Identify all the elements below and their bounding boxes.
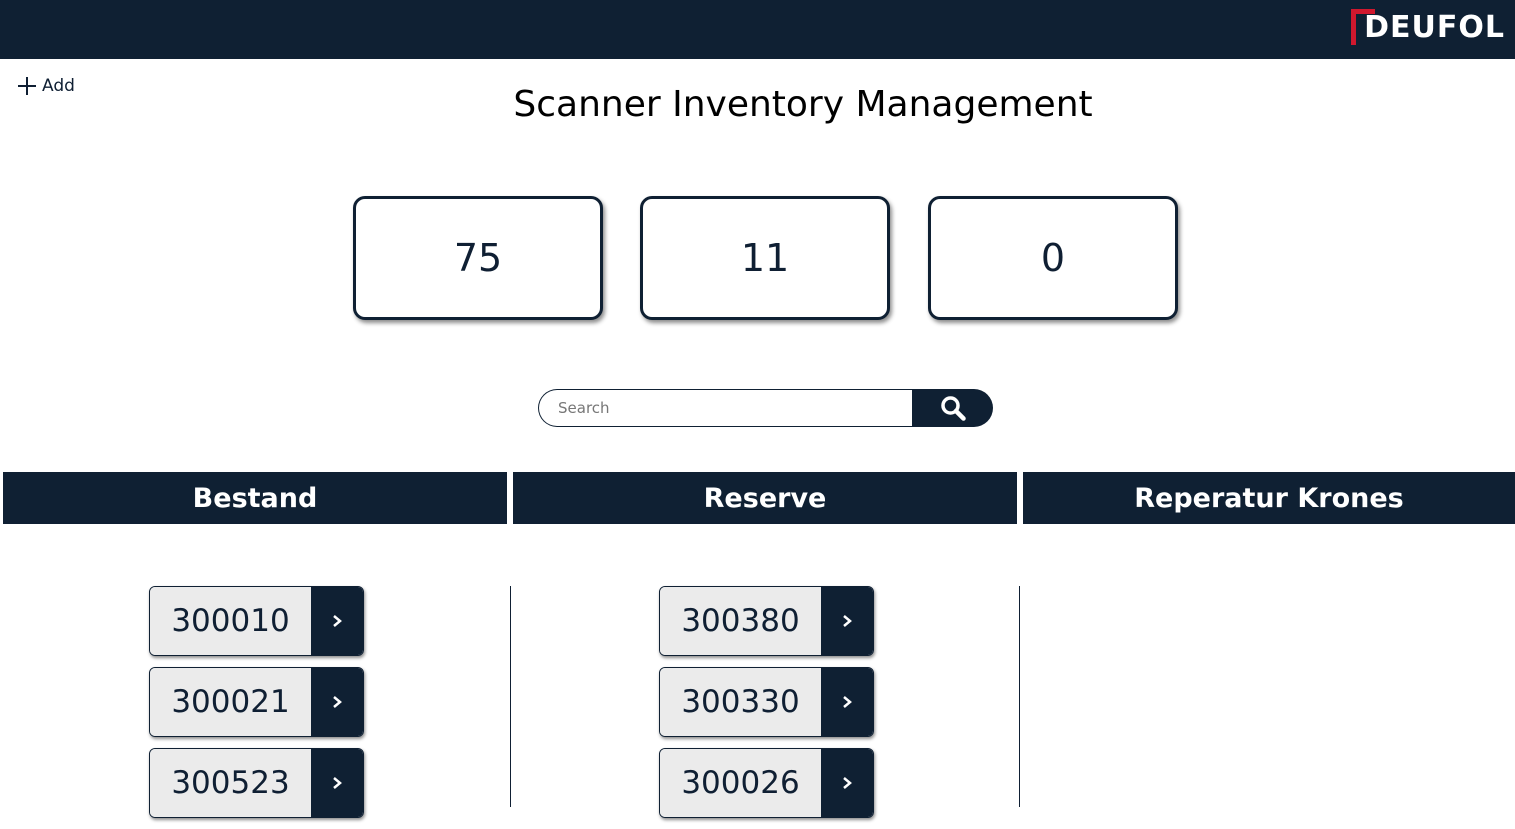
search-input[interactable] bbox=[538, 389, 912, 427]
page-title: Scanner Inventory Management bbox=[513, 84, 1093, 125]
chevron-right-icon bbox=[333, 696, 342, 708]
column-divider bbox=[510, 586, 511, 807]
chevron-right-icon bbox=[843, 615, 852, 627]
deufol-logo: DEUFOL bbox=[1351, 8, 1505, 48]
search-icon bbox=[940, 396, 966, 421]
scanner-item[interactable]: 300010 bbox=[149, 586, 364, 656]
logo-text: DEUFOL bbox=[1364, 10, 1505, 45]
bestand-list: 300010 300021 300523 bbox=[149, 586, 364, 829]
column-header-reserve: Reserve bbox=[513, 472, 1017, 524]
scanner-item[interactable]: 300523 bbox=[149, 748, 364, 818]
chevron-right-icon bbox=[333, 615, 342, 627]
logo-mark-icon bbox=[1351, 9, 1376, 47]
scanner-item[interactable]: 300026 bbox=[659, 748, 874, 818]
open-scanner-button[interactable] bbox=[311, 668, 363, 736]
chevron-right-icon bbox=[843, 777, 852, 789]
search-button[interactable] bbox=[912, 389, 993, 427]
column-divider bbox=[1019, 586, 1020, 807]
scanner-id: 300021 bbox=[150, 668, 311, 736]
scanner-id: 300330 bbox=[660, 668, 821, 736]
column-header-bestand: Bestand bbox=[3, 472, 507, 524]
scanner-item[interactable]: 300380 bbox=[659, 586, 874, 656]
stat-card-reperatur: 0 bbox=[928, 196, 1178, 320]
scanner-item[interactable]: 300021 bbox=[149, 667, 364, 737]
open-scanner-button[interactable] bbox=[821, 668, 873, 736]
chevron-right-icon bbox=[843, 696, 852, 708]
stat-card-reserve: 11 bbox=[640, 196, 890, 320]
top-bar: DEUFOL bbox=[0, 0, 1515, 59]
scanner-id: 300010 bbox=[150, 587, 311, 655]
stat-card-bestand: 75 bbox=[353, 196, 603, 320]
open-scanner-button[interactable] bbox=[821, 587, 873, 655]
reserve-list: 300380 300330 300026 bbox=[659, 586, 874, 829]
open-scanner-button[interactable] bbox=[311, 587, 363, 655]
search-bar bbox=[538, 389, 993, 427]
scanner-id: 300380 bbox=[660, 587, 821, 655]
scanner-item[interactable]: 300330 bbox=[659, 667, 874, 737]
column-header-reperatur-krones: Reperatur Krones bbox=[1023, 472, 1515, 524]
chevron-right-icon bbox=[333, 777, 342, 789]
